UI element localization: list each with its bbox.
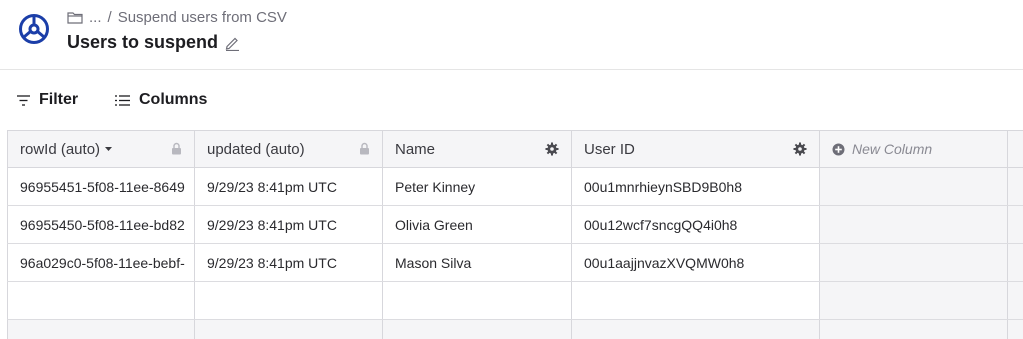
sort-caret-down-icon[interactable] <box>104 146 113 152</box>
row-spacer <box>1008 206 1023 243</box>
cell-rowid[interactable]: 96955450-5f08-11ee-bd82 <box>7 206 195 243</box>
breadcrumb-separator: / <box>107 9 112 26</box>
cell-user-id[interactable]: 00u1aajjnvazXVQMW0h8 <box>572 244 820 281</box>
lock-icon <box>360 142 369 155</box>
columns-button[interactable]: Columns <box>114 91 207 109</box>
plus-circle-icon <box>832 143 845 155</box>
cell-updated[interactable]: 9/29/23 8:41pm UTC <box>195 168 383 205</box>
cell-empty <box>383 320 572 339</box>
filter-label: Filter <box>39 91 79 108</box>
page-title: Users to suspend <box>67 32 219 52</box>
column-header-rowid[interactable]: rowId (auto) <box>7 131 195 167</box>
column-header-name[interactable]: Name <box>383 131 572 167</box>
breadcrumb-current[interactable]: Suspend users from CSV <box>118 9 287 26</box>
edit-title-pencil-icon[interactable] <box>224 35 240 51</box>
column-header-user-id[interactable]: User ID <box>572 131 820 167</box>
cell-updated[interactable]: 9/29/23 8:41pm UTC <box>195 244 383 281</box>
page-header: ... / Suspend users from CSV Users to su… <box>0 0 1023 70</box>
row-spacer <box>1008 168 1023 205</box>
cell-empty <box>7 320 195 339</box>
table-row-partial <box>7 320 1023 339</box>
column-header-label: updated (auto) <box>207 140 305 158</box>
table-row[interactable]: 96955451-5f08-11ee-8649 9/29/23 8:41pm U… <box>7 168 1023 206</box>
new-column-content: New Column <box>832 141 932 157</box>
table-row-empty[interactable] <box>7 282 1023 320</box>
columns-label: Columns <box>139 91 208 108</box>
cell-empty[interactable] <box>572 282 820 319</box>
cell-rowid[interactable]: 96955451-5f08-11ee-8649 <box>7 168 195 205</box>
cell-empty[interactable] <box>383 282 572 319</box>
new-column-label: New Column <box>852 141 933 157</box>
gear-icon[interactable] <box>793 142 807 156</box>
columns-list-icon <box>115 94 130 106</box>
cell-new-column[interactable] <box>820 206 1008 243</box>
column-header-label: Name <box>395 140 436 158</box>
lock-icon <box>172 142 181 155</box>
breadcrumb: ... / Suspend users from CSV <box>67 9 287 26</box>
table-row[interactable]: 96a029c0-5f08-11ee-bebf- 9/29/23 8:41pm … <box>7 244 1023 282</box>
cell-empty <box>195 320 383 339</box>
row-spacer <box>1008 282 1023 319</box>
cell-new-column[interactable] <box>820 168 1008 205</box>
cell-empty <box>820 320 1008 339</box>
data-table: rowId (auto) updated (auto) Name User ID… <box>7 130 1023 339</box>
gear-icon[interactable] <box>545 142 559 156</box>
cell-user-id[interactable]: 00u12wcf7sncgQQ4i0h8 <box>572 206 820 243</box>
cell-empty[interactable] <box>820 282 1008 319</box>
row-spacer <box>1008 320 1023 339</box>
cell-empty <box>572 320 820 339</box>
cell-empty[interactable] <box>195 282 383 319</box>
filter-icon <box>17 94 30 106</box>
folder-icon[interactable] <box>67 11 83 24</box>
column-header-updated[interactable]: updated (auto) <box>195 131 383 167</box>
cell-name[interactable]: Peter Kinney <box>383 168 572 205</box>
workflows-logo-icon <box>19 14 49 44</box>
cell-name[interactable]: Mason Silva <box>383 244 572 281</box>
column-header-label: User ID <box>584 140 635 158</box>
cell-new-column[interactable] <box>820 244 1008 281</box>
cell-updated[interactable]: 9/29/23 8:41pm UTC <box>195 206 383 243</box>
table-row[interactable]: 96955450-5f08-11ee-bd82 9/29/23 8:41pm U… <box>7 206 1023 244</box>
table-header-row: rowId (auto) updated (auto) Name User ID… <box>7 131 1023 168</box>
cell-empty[interactable] <box>7 282 195 319</box>
new-column-button[interactable]: New Column <box>820 131 1008 167</box>
breadcrumb-ellipsis[interactable]: ... <box>89 9 102 26</box>
cell-user-id[interactable]: 00u1mnrhieynSBD9B0h8 <box>572 168 820 205</box>
column-header-label: rowId (auto) <box>20 140 101 158</box>
page-title-row: Users to suspend <box>67 32 240 53</box>
header-spacer <box>1008 131 1023 167</box>
cell-rowid[interactable]: 96a029c0-5f08-11ee-bebf- <box>7 244 195 281</box>
filter-button[interactable]: Filter <box>16 91 78 109</box>
row-spacer <box>1008 244 1023 281</box>
cell-name[interactable]: Olivia Green <box>383 206 572 243</box>
